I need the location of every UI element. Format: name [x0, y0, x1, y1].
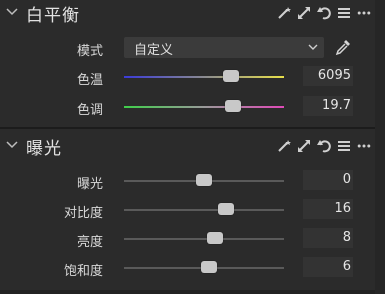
brightness-slider-track[interactable]	[124, 238, 284, 240]
exposure-panel: 曝光 曝光 0 对比度 16 亮度 8 饱和度 6	[0, 133, 375, 279]
mode-row: 模式 自定义	[0, 37, 375, 59]
white-balance-header[interactable]: 白平衡	[0, 0, 375, 26]
brightness-slider-thumb[interactable]	[207, 232, 224, 244]
contrast-value[interactable]: 16	[303, 199, 353, 219]
wand-icon[interactable]	[277, 139, 291, 153]
reset-icon[interactable]	[317, 6, 331, 20]
mode-label: 模式	[76, 44, 103, 59]
eyedropper-icon[interactable]	[334, 38, 352, 56]
chevron-down-icon[interactable]	[5, 137, 19, 151]
brightness-row: 亮度 8	[0, 228, 375, 250]
temperature-slider-thumb[interactable]	[223, 70, 240, 82]
scrollbar-track[interactable]	[375, 0, 385, 294]
list-icon[interactable]	[337, 6, 351, 20]
saturation-label: 饱和度	[63, 264, 103, 279]
tint-label: 色调	[76, 103, 103, 118]
brightness-label: 亮度	[76, 235, 103, 250]
white-balance-title: 白平衡	[26, 6, 80, 26]
mode-select-value: 自定义	[134, 43, 174, 58]
chevron-down-icon	[308, 44, 318, 50]
exposure-label: 曝光	[76, 177, 103, 192]
exposure-value[interactable]: 0	[303, 170, 353, 190]
white-balance-panel: 白平衡 模式 自定义 色温 6095 色调 19.7	[0, 0, 375, 118]
exposure-tools	[277, 138, 371, 154]
exposure-row: 曝光 0	[0, 170, 375, 192]
more-icon[interactable]	[357, 6, 371, 20]
wand-icon[interactable]	[277, 6, 291, 20]
saturation-value[interactable]: 6	[303, 257, 353, 277]
tint-slider-thumb[interactable]	[224, 100, 241, 112]
temperature-row: 色温 6095	[0, 66, 375, 88]
expand-icon[interactable]	[297, 6, 311, 20]
expand-icon[interactable]	[297, 139, 311, 153]
tint-value[interactable]: 19.7	[303, 96, 353, 116]
contrast-slider-track[interactable]	[124, 209, 284, 211]
saturation-slider-thumb[interactable]	[200, 261, 217, 273]
contrast-label: 对比度	[63, 206, 103, 221]
mode-select[interactable]: 自定义	[124, 37, 324, 58]
temperature-slider-track[interactable]	[124, 76, 284, 78]
exposure-slider-thumb[interactable]	[196, 174, 212, 186]
brightness-value[interactable]: 8	[303, 228, 353, 248]
white-balance-tools	[277, 5, 371, 21]
temperature-label: 色温	[76, 73, 103, 88]
reset-icon[interactable]	[317, 139, 331, 153]
temperature-value[interactable]: 6095	[303, 66, 353, 86]
exposure-header[interactable]: 曝光	[0, 133, 375, 159]
chevron-down-icon[interactable]	[5, 4, 19, 18]
contrast-row: 对比度 16	[0, 199, 375, 221]
tint-row: 色调 19.7	[0, 96, 375, 118]
list-icon[interactable]	[337, 139, 351, 153]
exposure-title: 曝光	[26, 139, 62, 159]
panel-bottom-edge	[0, 290, 375, 294]
contrast-slider-thumb[interactable]	[218, 203, 235, 215]
section-divider	[0, 127, 375, 129]
more-icon[interactable]	[357, 139, 371, 153]
tint-slider-track[interactable]	[124, 106, 284, 108]
saturation-row: 饱和度 6	[0, 257, 375, 279]
